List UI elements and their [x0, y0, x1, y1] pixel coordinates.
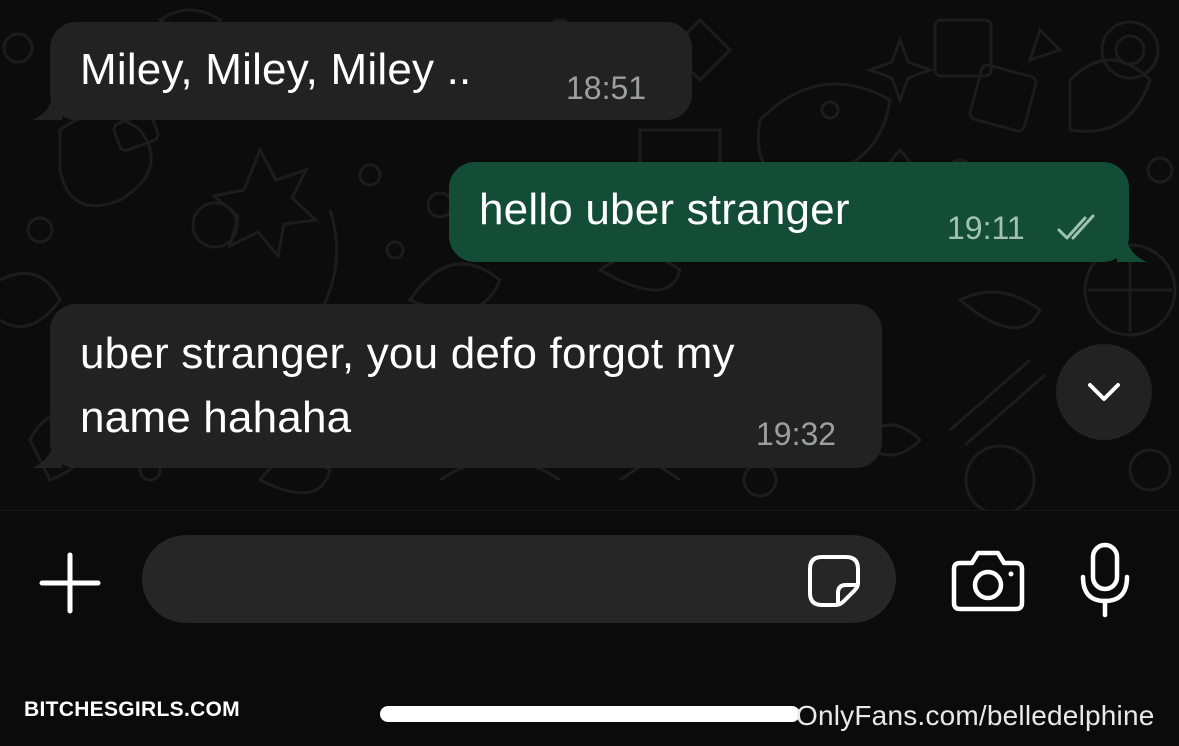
camera-button[interactable] [950, 547, 1026, 613]
watermark-left: BITCHESGIRLS.COM [24, 698, 240, 721]
message-text: Miley, Miley, Miley .. [80, 45, 472, 94]
microphone-icon [1080, 542, 1130, 618]
double-check-icon [1057, 214, 1095, 240]
message-timestamp: 19:32 [756, 416, 837, 452]
sticker-button[interactable] [806, 553, 862, 609]
sticker-icon [808, 555, 860, 607]
home-indicator[interactable] [380, 706, 800, 722]
bubble-tail [32, 90, 62, 120]
message-timestamp: 18:51 [566, 70, 647, 106]
message-text: hello uber stranger [479, 185, 850, 234]
message-bubble-incoming[interactable]: Miley, Miley, Miley .. 18:51 [32, 22, 692, 120]
chat-screen: Miley, Miley, Miley .. 18:51 hello uber … [0, 0, 1179, 746]
chevron-down-icon [1088, 383, 1120, 401]
message-input-field[interactable] [142, 535, 896, 625]
microphone-button[interactable] [1078, 541, 1132, 621]
message-input[interactable] [172, 535, 796, 625]
bubble-tail [1117, 232, 1147, 262]
message-text-line-2: name hahaha [80, 393, 352, 442]
watermark-right: OnlyFans.com/belledelphine [796, 700, 1155, 731]
scroll-to-bottom-button[interactable] [1056, 344, 1152, 440]
message-text-line-1: uber stranger, you defo forgot my [80, 329, 735, 378]
message-list[interactable]: Miley, Miley, Miley .. 18:51 hello uber … [0, 0, 1179, 510]
message-bubble-incoming[interactable]: uber stranger, you defo forgot my name h… [32, 304, 882, 468]
camera-icon [951, 550, 1025, 612]
message-timestamp: 19:11 [947, 210, 1025, 246]
bubble-tail [32, 438, 62, 468]
plus-icon [39, 552, 101, 614]
message-bubble-outgoing[interactable]: hello uber stranger 19:11 [449, 162, 1147, 262]
attach-button[interactable] [36, 549, 104, 617]
